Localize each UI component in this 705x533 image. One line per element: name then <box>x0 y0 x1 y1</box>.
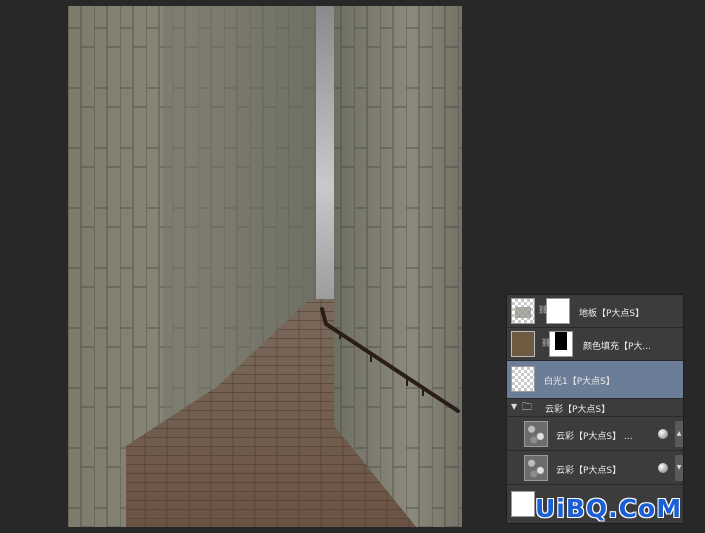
layer-thumbnail <box>524 421 548 447</box>
layer-thumbnail <box>524 455 548 481</box>
expand-triangle-icon[interactable]: ▼ <box>511 402 517 411</box>
chain-link-icon[interactable]: ⛓ <box>541 338 551 348</box>
layer-row-floor[interactable]: ⛓ 地板【P大点S】 <box>507 295 683 328</box>
layer-mask-thumbnail[interactable] <box>549 331 573 357</box>
document-canvas[interactable] <box>68 6 462 527</box>
folder-icon: 🗀 <box>522 402 532 413</box>
alley-image <box>68 6 462 527</box>
layer-name: 云彩【P大点S】 <box>545 405 611 415</box>
layer-row-clouds-2[interactable]: 云彩【P大点S】 ▼ <box>507 451 683 485</box>
layer-effects-icon[interactable] <box>658 429 668 439</box>
layer-mask-thumbnail[interactable] <box>546 298 570 324</box>
layer-name: 白光1【P大点S】 <box>544 377 615 387</box>
layer-effects-icon[interactable] <box>658 463 668 473</box>
layer-row-color-fill[interactable]: ⛓ 颜色填充【P大... <box>507 328 683 361</box>
site-watermark: UiBQ.CoM <box>535 494 683 523</box>
layer-name: 地板【P大点S】 <box>579 309 645 319</box>
color-fill-thumbnail <box>511 331 535 357</box>
layer-row-white-light[interactable]: 白光1【P大点S】 <box>507 361 683 399</box>
chain-link-icon[interactable]: ⛓ <box>538 305 548 315</box>
scroll-arrow-icon[interactable]: ▲ <box>675 421 683 447</box>
layer-thumbnail <box>511 491 535 517</box>
layers-panel: ⛓ 地板【P大点S】 ⛓ 颜色填充【P大... 白光1【P大点S】 ▼ 🗀 云彩… <box>506 294 684 524</box>
layer-thumbnail <box>511 298 535 324</box>
layer-name: 颜色填充【P大... <box>583 342 652 352</box>
layer-row-clouds-1[interactable]: 云彩【P大点S】 ... ▲ <box>507 417 683 451</box>
layer-name: 云彩【P大点S】 ... <box>556 432 633 442</box>
layer-group-clouds[interactable]: ▼ 🗀 云彩【P大点S】 <box>507 399 683 417</box>
scroll-arrow-icon[interactable]: ▼ <box>675 455 683 481</box>
layer-thumbnail <box>511 366 535 392</box>
layer-name: 云彩【P大点S】 <box>556 466 622 476</box>
